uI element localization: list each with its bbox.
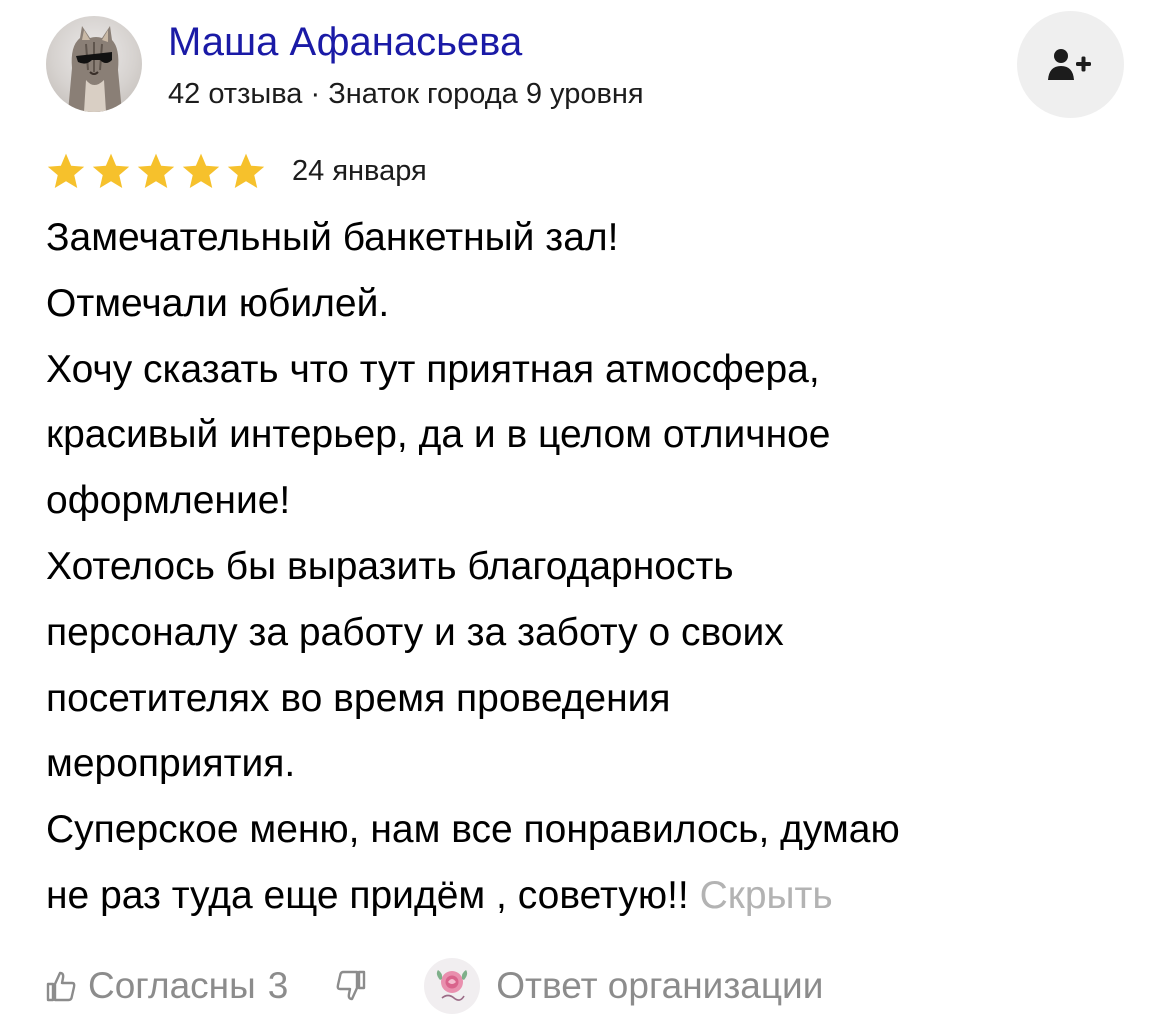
like-count: 3 [267,965,289,1006]
follow-button[interactable] [1017,11,1124,118]
review-line: посетителях во время проведения [46,676,671,720]
review-date: 24 января [292,154,427,187]
review-line: оформление! [46,479,291,523]
star-icon [182,153,220,189]
star-icon [47,153,85,189]
thumbs-down-icon [336,970,366,1001]
review-text: Замечательный банкетный зал! Отмечали юб… [46,205,1146,929]
review-line: персоналу за работу и за заботу о своих [46,610,784,654]
review-line: Хочу сказать что тут приятная атмосфера, [46,347,820,391]
star-icon [227,153,265,189]
dislike-button[interactable] [336,970,366,1002]
rose-logo-icon [424,958,481,1014]
author-meta: 42 отзыва · Знаток города 9 уровня [168,78,644,110]
author-name[interactable]: Маша Афанасьева [168,20,522,64]
cat-avatar-icon [68,26,122,112]
org-reply-button[interactable]: Ответ организации [424,958,823,1014]
review-footer: Согласны 3 Ответ организации [46,956,823,1016]
review-line: Замечательный банкетный зал! [46,216,619,259]
like-label: Согласны [88,965,256,1006]
review-line: красивый интерьер, да и в целом отличное [46,413,831,457]
author-avatar[interactable] [46,16,142,112]
rating-stars [46,152,266,190]
review-line: Хотелось бы выразить благодарность [46,544,734,588]
rating-row: 24 января [46,151,427,191]
add-user-icon [1047,48,1091,80]
review-line-last: не раз туда еще придём , советую!! Скрыт… [46,863,1146,929]
review-line-text: не раз туда еще придём , советую!! [46,873,689,917]
org-reply-label: Ответ организации [496,965,824,1006]
thumbs-up-icon [46,971,76,1002]
review-line: мероприятия. [46,742,296,786]
review-line: Отмечали юбилей. [46,281,390,325]
review-line: Суперское меню, нам все понравилось, дум… [46,808,900,852]
star-icon [137,153,175,189]
star-icon [92,153,130,189]
hide-link[interactable]: Скрыть [700,874,833,917]
like-button[interactable]: Согласны 3 [46,965,288,1007]
